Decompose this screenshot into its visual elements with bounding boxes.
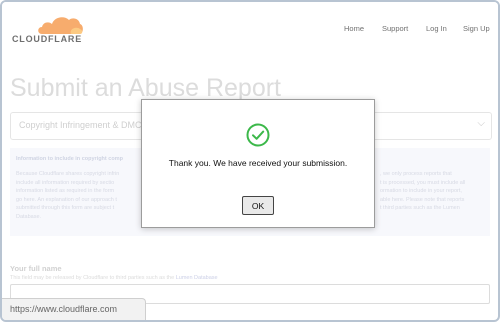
- confirmation-dialog: Thank you. We have received your submiss…: [141, 99, 375, 228]
- browser-window: CLOUDFLARE Home Support Log In Sign Up S…: [0, 0, 500, 322]
- check-circle-icon: [246, 123, 270, 147]
- ok-button[interactable]: OK: [242, 196, 274, 215]
- status-bar-url: https://www.cloudflare.com: [2, 298, 146, 320]
- status-url-text: https://www.cloudflare.com: [10, 304, 118, 314]
- dialog-message: Thank you. We have received your submiss…: [168, 158, 348, 168]
